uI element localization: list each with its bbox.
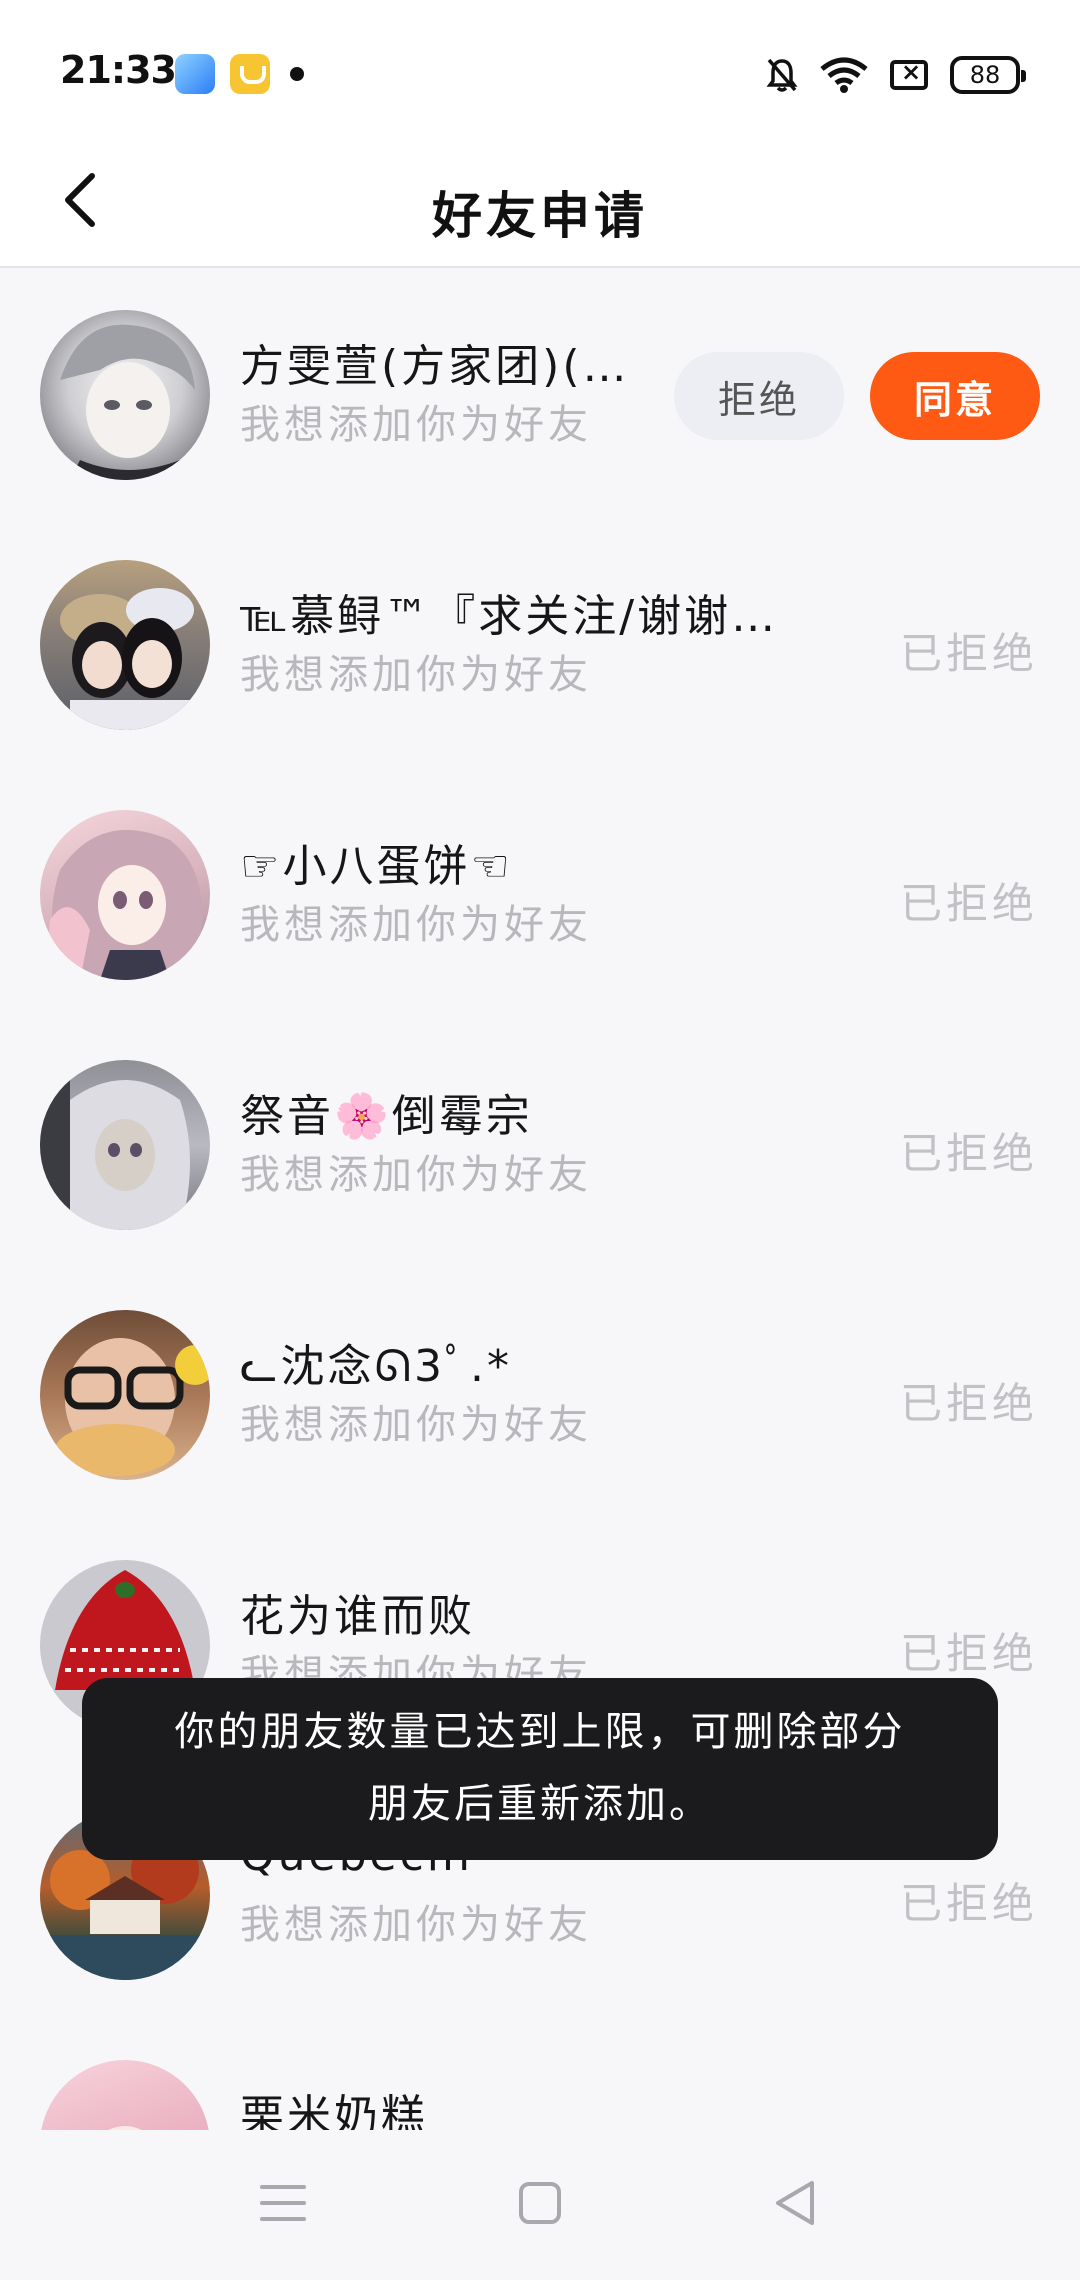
status-right-group: 88: [766, 52, 1026, 98]
requester-name: 祭音🌸倒霉宗: [240, 1091, 533, 1142]
request-message: 我想添加你为好友: [240, 652, 592, 698]
list-item[interactable]: 祭音🌸倒霉宗 我想添加你为好友 已拒绝: [0, 1020, 1080, 1270]
agree-button[interactable]: 同意: [870, 352, 1040, 440]
app-header: 好友申请: [0, 140, 1080, 268]
requester-name: ᓚ沈念ᘏ3ﾟ.*: [240, 1341, 512, 1392]
yellow-app-icon: [230, 54, 270, 94]
list-item[interactable]: 栗米奶糕: [0, 2020, 1080, 2130]
toast-line-1: 你的朋友数量已达到上限，可删除部分: [174, 1709, 906, 1755]
friend-limit-toast: 你的朋友数量已达到上限，可删除部分 朋友后重新添加。: [82, 1678, 998, 1860]
requester-name: 栗米奶糕: [240, 2091, 428, 2130]
status-label: 已拒绝: [899, 1379, 1038, 1428]
bell-off-icon: [766, 57, 798, 93]
list-item[interactable]: ℡慕鲟™『求关注/谢谢… 我想添加你为好友 已拒绝: [0, 520, 1080, 770]
battery-level: 88: [969, 61, 1001, 89]
avatar[interactable]: [40, 2060, 210, 2130]
request-message: 我想添加你为好友: [240, 402, 592, 448]
request-message: 我想添加你为好友: [240, 902, 592, 948]
status-label: 已拒绝: [899, 1629, 1038, 1678]
list-item[interactable]: ᓚ沈念ᘏ3ﾟ.* 我想添加你为好友 已拒绝: [0, 1270, 1080, 1520]
menu-icon: [260, 2185, 306, 2221]
list-item[interactable]: ☞小八蛋饼☜ 我想添加你为好友 已拒绝: [0, 770, 1080, 1020]
blue-app-icon: [175, 54, 215, 94]
toast-line-2: 朋友后重新添加。: [368, 1781, 712, 1827]
avatar[interactable]: [40, 560, 210, 730]
requester-name: ℡慕鲟™『求关注/谢谢…: [240, 591, 779, 642]
battery-icon: 88: [950, 56, 1026, 94]
status-time: 21:33: [60, 48, 177, 92]
menu-button[interactable]: [248, 2168, 318, 2238]
notification-dot: [290, 67, 304, 81]
back-triangle-icon: [776, 2181, 814, 2225]
requester-name: 方雯萱(方家团)(…: [240, 341, 630, 392]
list-item[interactable]: 方雯萱(方家团)(… 我想添加你为好友 拒绝 同意: [0, 270, 1080, 520]
requester-name: 花为谁而败: [240, 1591, 475, 1642]
home-square-icon: [519, 2182, 561, 2224]
request-message: 我想添加你为好友: [240, 1152, 592, 1198]
request-message: 我想添加你为好友: [240, 1402, 592, 1448]
avatar[interactable]: [40, 810, 210, 980]
reject-button[interactable]: 拒绝: [674, 352, 844, 440]
requester-name: ☞小八蛋饼☜: [240, 841, 513, 892]
sim-off-icon: [890, 58, 928, 90]
status-label: 已拒绝: [899, 879, 1038, 928]
avatar[interactable]: [40, 1060, 210, 1230]
status-label: 已拒绝: [899, 1879, 1038, 1928]
status-label: 已拒绝: [899, 629, 1038, 678]
request-message: 我想添加你为好友: [240, 1902, 592, 1948]
back-nav-button[interactable]: [760, 2168, 830, 2238]
page-title: 好友申请: [432, 187, 648, 245]
status-bar: 21:33 88: [0, 0, 1080, 140]
wifi-icon: [820, 57, 868, 93]
home-button[interactable]: [505, 2168, 575, 2238]
status-label: 已拒绝: [899, 1129, 1038, 1178]
avatar[interactable]: [40, 310, 210, 480]
system-nav-bar: [0, 2130, 1080, 2280]
avatar[interactable]: [40, 1310, 210, 1480]
